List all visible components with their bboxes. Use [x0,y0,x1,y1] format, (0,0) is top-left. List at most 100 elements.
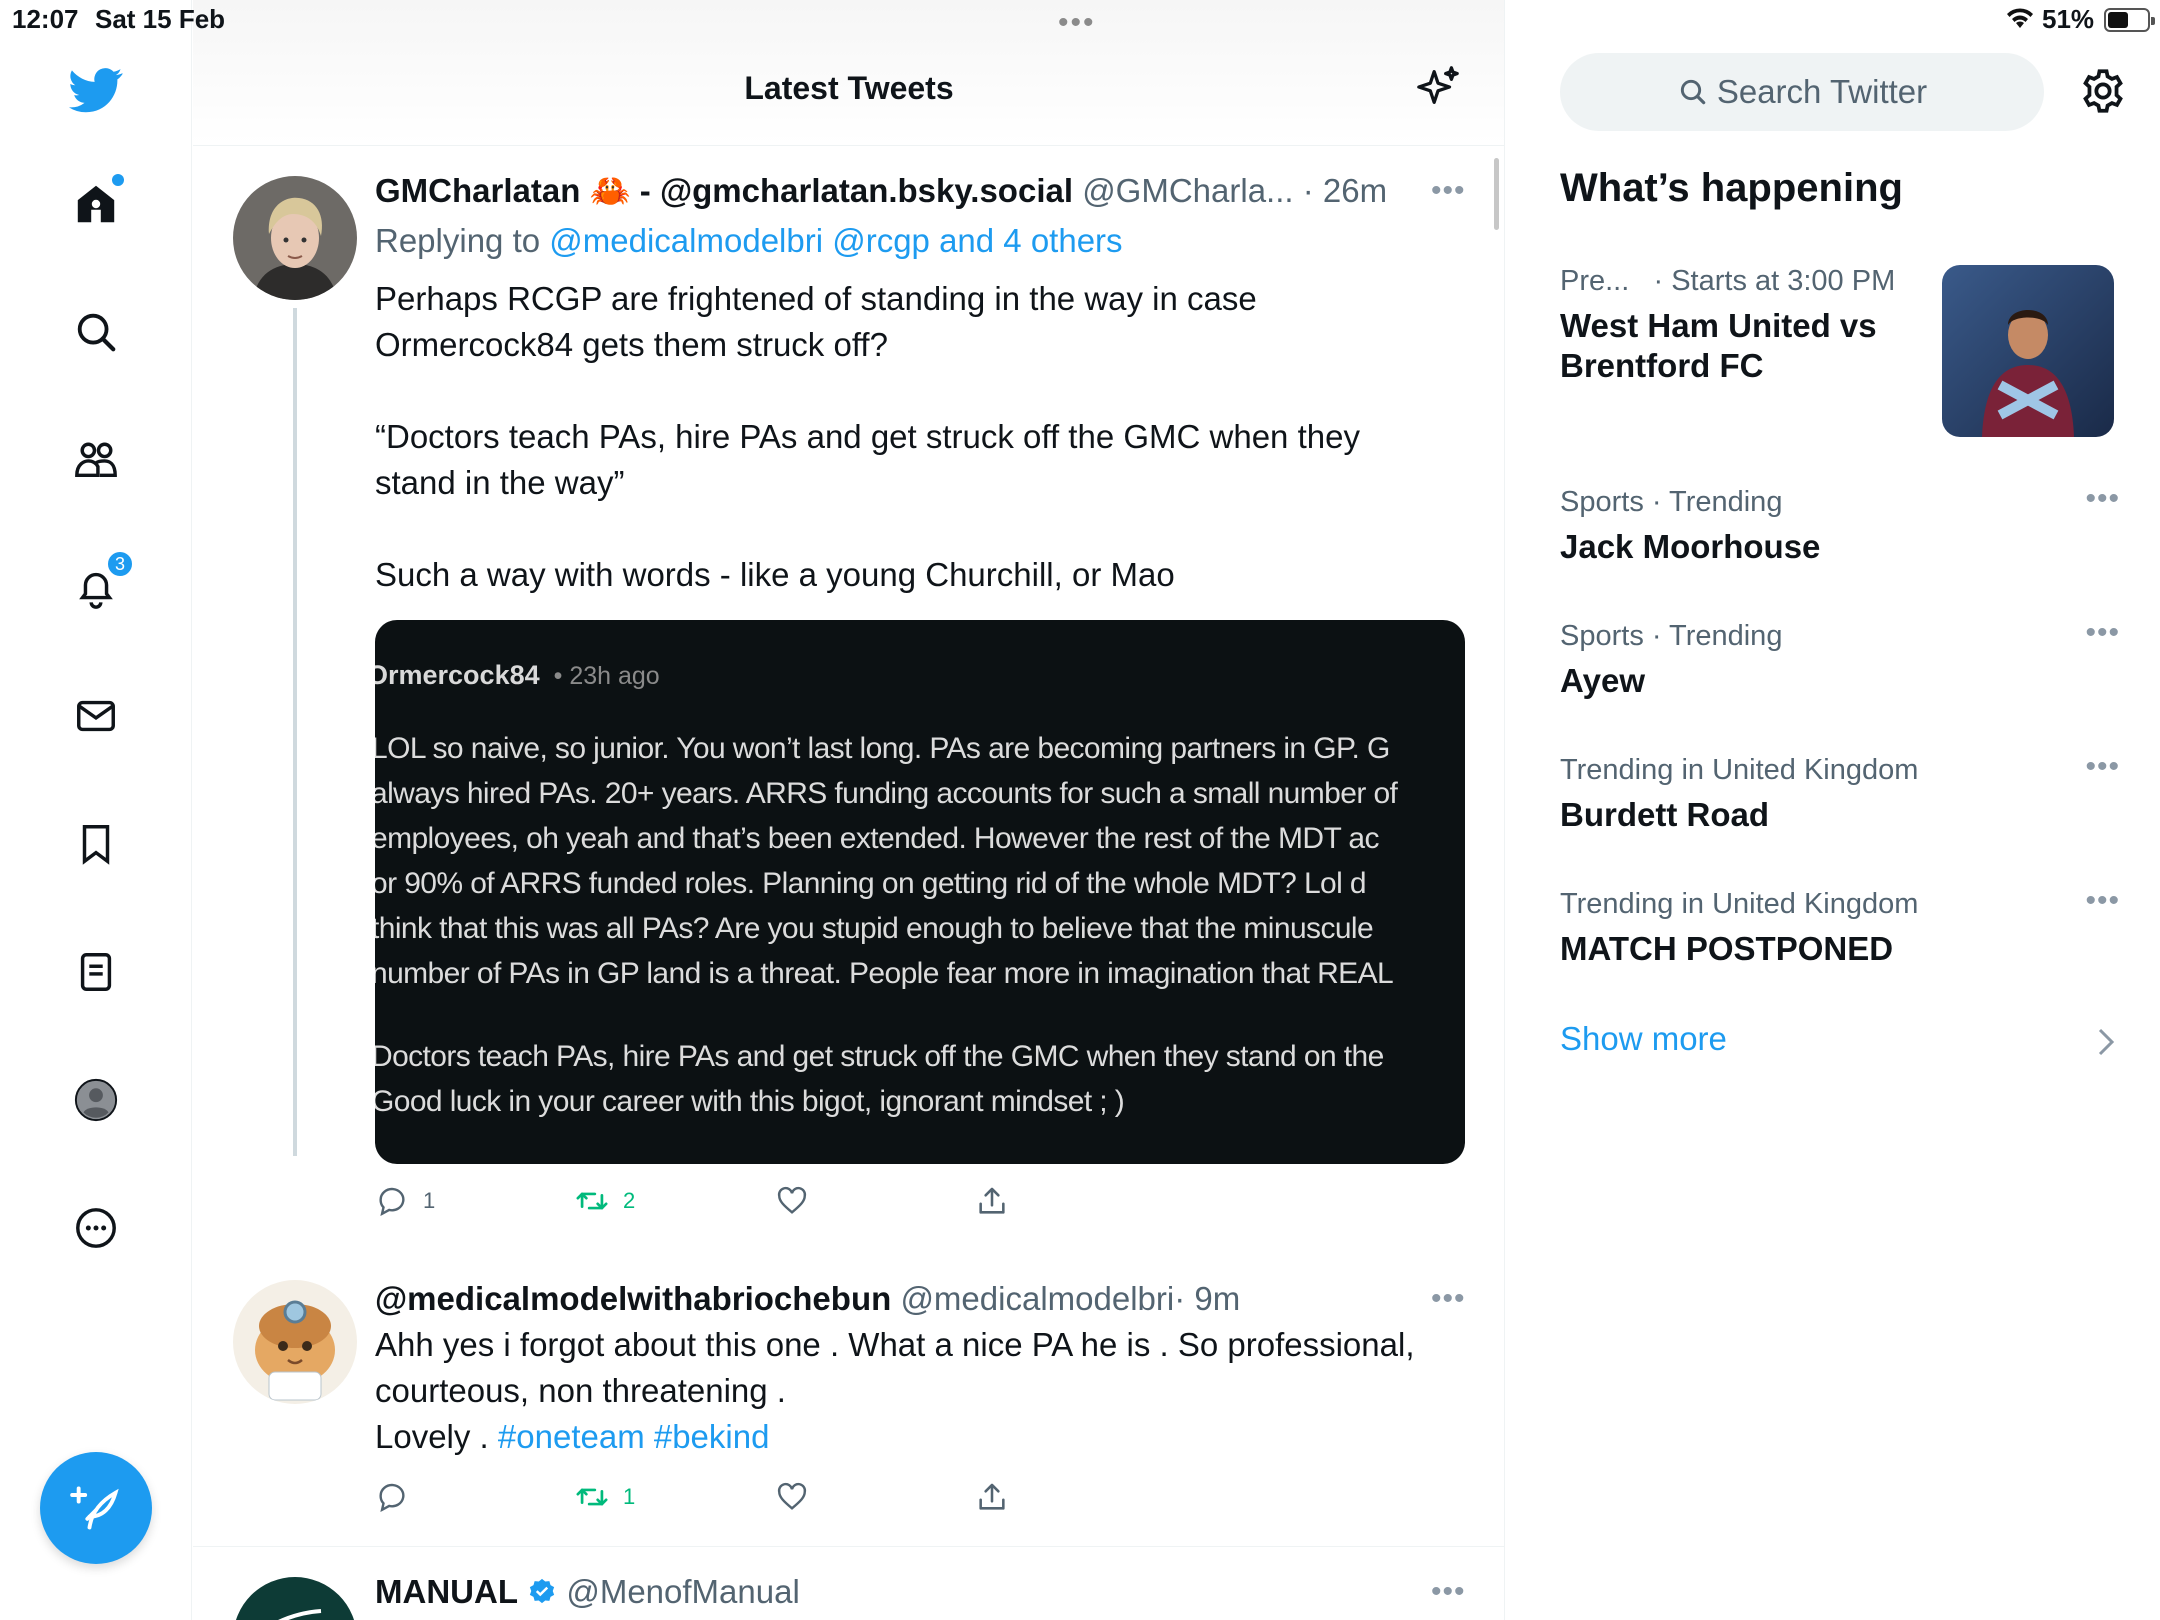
reply-icon [379,1483,405,1513]
tweet-header: MANUAL @MenofManual [375,1573,800,1611]
replying-to-link[interactable]: @medicalmodelbri @rcgp and 4 others [549,222,1122,259]
retweet-icon [576,1488,608,1506]
reply-icon [379,1187,405,1217]
tweet[interactable]: GMCharlatan 🦀 - @gmcharlatan.bsky.social… [193,146,1504,1246]
tweet-header: @medicalmodelwithabriochebun @medicalmod… [375,1280,1240,1318]
compose-tweet-button[interactable] [40,1452,152,1564]
trend-name: Ayew [1560,662,1645,699]
timeline[interactable]: Latest Tweets GMCharlatan 🦀 - @gmcharlat… [193,0,1505,1620]
heart-icon [777,1186,807,1214]
retweet-count: 1 [623,1484,636,1509]
share-icon [979,1187,1005,1214]
trend-name: Jack Moorhouse [1560,528,1821,565]
tweet-author-handle[interactable]: @GMCharla... [1082,172,1293,209]
sparkle-icon[interactable] [1415,64,1461,110]
notifications-badge: 3 [106,550,134,578]
tweet-author-handle[interactable]: @medicalmodelbri [900,1280,1174,1317]
battery-icon [2104,8,2155,32]
tweet-author-name[interactable]: GMCharlatan 🦀 - @gmcharlatan.bsky.social [375,172,1073,209]
tweet[interactable]: @medicalmodelwithabriochebun @medicalmod… [193,1254,1504,1546]
heart-icon [777,1482,807,1510]
notifications-bell-icon[interactable]: 3 [60,550,134,624]
verified-badge-icon [530,1578,555,1604]
tweet-more-icon[interactable]: ••• [1431,1282,1466,1316]
twitter-logo-icon[interactable] [60,54,132,126]
messages-envelope-icon[interactable] [60,680,132,752]
media-username: Ormercock84 [375,660,540,690]
tweet-author-handle[interactable]: @MenofManual [566,1573,799,1610]
chevron-right-icon[interactable] [2096,1028,2116,1056]
trend-item[interactable]: Sports · Trending Ayew ••• [1560,616,2120,701]
event-image[interactable] [1942,265,2114,437]
media-text-line: employees, oh yeah and that’s been exten… [375,822,1379,855]
event-meta: Pre... · Starts at 3:00 PM [1560,265,1940,298]
trend-more-icon[interactable]: ••• [2085,482,2120,516]
search-input[interactable]: Search Twitter [1560,53,2044,131]
media-text-line: Doctors teach PAs, hire PAs and get stru… [375,1040,1384,1073]
share-button[interactable] [975,1480,1009,1514]
tweet-more-icon[interactable]: ••• [1431,174,1466,208]
trend-more-icon[interactable]: ••• [2085,616,2120,650]
home-icon[interactable] [60,168,132,240]
tweet-text: Ahh yes i forgot about this one . What a… [375,1322,1465,1460]
trend-more-icon[interactable]: ••• [2085,884,2120,918]
tweet[interactable]: MANUAL @MenofManual ••• [193,1547,1504,1620]
like-button[interactable] [775,1480,809,1514]
event-time: · Starts at 3:00 PM [1653,265,1896,297]
media-screenshot-header: Ormercock84 • 23h ago [375,660,660,691]
thread-line [293,308,297,1156]
show-more-link[interactable]: Show more [1560,1020,1727,1058]
avatar[interactable] [233,1280,357,1404]
status-date: Sat 15 Feb [95,4,226,34]
more-options-icon[interactable] [60,1192,132,1264]
right-sidebar: Search Twitter What’s happening Pre... ·… [1506,0,2160,1620]
tweet-time[interactable]: · 9m [1174,1280,1240,1317]
multitasking-dots-icon[interactable]: ••• [1058,6,1096,40]
retweet-count: 2 [623,1188,636,1213]
bookmarks-icon[interactable] [60,808,132,880]
media-text-line: think that this was all PAs? Are you stu… [375,912,1374,945]
reply-button[interactable] [375,1480,409,1514]
tweet-author-name[interactable]: @medicalmodelwithabriochebun [375,1280,891,1317]
explore-search-icon[interactable] [60,296,132,368]
event-item[interactable]: Pre... · Starts at 3:00 PM West Ham Unit… [1560,265,1940,386]
settings-gear-icon[interactable] [2078,66,2128,116]
media-text-line: or 90% of ARRS funded roles. Planning on… [375,867,1367,900]
replying-to: Replying to @medicalmodelbri @rcgp and 4… [375,222,1123,260]
trend-meta: Sports · Trending [1560,620,1783,652]
media-text-line: number of PAs in GP land is a threat. Pe… [375,957,1394,990]
like-button[interactable] [775,1184,809,1218]
trend-more-icon[interactable]: ••• [2085,750,2120,784]
retweet-button[interactable]: 1 [575,1480,635,1514]
communities-icon[interactable] [60,424,132,496]
trend-item[interactable]: Trending in United Kingdom MATCH POSTPON… [1560,884,2120,969]
tweet-media-image[interactable]: Ormercock84 • 23h ago LOL so naive, so ju… [375,620,1465,1164]
profile-avatar-icon[interactable] [60,1064,132,1136]
reply-count: 1 [423,1188,436,1213]
media-text-line: Good luck in your career with this bigot… [375,1085,1125,1118]
media-timestamp: • 23h ago [553,662,660,690]
trend-item[interactable]: Sports · Trending Jack Moorhouse ••• [1560,482,2120,567]
retweet-icon [576,1192,608,1210]
tweet-author-name[interactable]: MANUAL [375,1573,518,1610]
share-button[interactable] [975,1184,1009,1218]
avatar[interactable] [233,176,357,300]
search-icon [1680,79,1706,105]
trend-item[interactable]: Trending in United Kingdom Burdett Road … [1560,750,2120,835]
tweet-text: Perhaps RCGP are frightened of standing … [375,280,1360,593]
compose-feather-icon [70,1486,119,1530]
tweet-time[interactable]: · 26m [1303,172,1387,209]
reply-button[interactable]: 1 [375,1184,435,1218]
tweet-header: GMCharlatan 🦀 - @gmcharlatan.bsky.social… [375,172,1387,211]
tweet-more-icon[interactable]: ••• [1431,1575,1466,1609]
hashtag-links[interactable]: #oneteam #bekind [498,1418,770,1455]
replying-to-label: Replying to [375,222,541,259]
tweet-actions: 1 2 [375,1184,1075,1224]
retweet-button[interactable]: 2 [575,1184,635,1218]
avatar[interactable] [233,1577,357,1620]
media-text-line: always hired PAs. 20+ years. ARRS fundin… [375,777,1398,810]
page-title: Latest Tweets [744,70,954,106]
trend-meta: Sports · Trending [1560,486,1783,518]
lists-icon[interactable] [60,936,132,1008]
event-category: Pre... [1560,265,1630,297]
